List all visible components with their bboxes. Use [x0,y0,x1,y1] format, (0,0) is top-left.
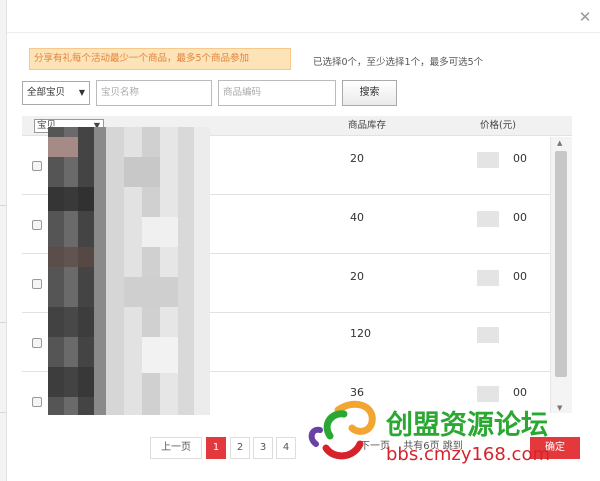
stock-value: 20 [350,152,364,165]
price-value: 00 [513,211,527,224]
stock-value: 40 [350,211,364,224]
page-3-button[interactable]: 3 [253,437,273,459]
page-4-button[interactable]: 4 [276,437,296,459]
prev-page-button[interactable]: 上一页 [150,437,202,459]
list-scrollbar[interactable]: ▲ ▼ [550,137,572,413]
category-select[interactable]: 全部宝贝 ▼ [22,81,90,105]
price-blur [477,327,499,343]
scroll-up-icon[interactable]: ▲ [557,139,562,147]
notice-banner: 分享有礼每个活动最少一个商品，最多5个商品参加 [29,48,291,70]
category-select-value: 全部宝贝 [27,87,66,98]
item-name-input[interactable]: 宝贝名称 [96,80,212,106]
search-button[interactable]: 搜索 [342,80,397,106]
stock-column-header: 商品库存 [348,120,387,131]
page-1-button[interactable]: 1 [206,437,226,459]
watermark-emblem-icon [308,400,376,460]
product-thumbnails-blurred [30,127,216,415]
selection-count-text: 已选择0个，至少选择1个，最多可选5个 [313,57,484,68]
stock-value: 20 [350,270,364,283]
header-divider [7,32,600,33]
page-2-button[interactable]: 2 [230,437,250,459]
stock-value: 120 [350,327,371,340]
scroll-thumb[interactable] [555,151,567,377]
price-column-header: 价格(元) [480,120,516,131]
watermark-url: bbs.cmzy168.com [386,444,550,465]
item-code-input[interactable]: 商品编码 [218,80,336,106]
chevron-down-icon: ▼ [78,88,85,97]
watermark-title: 创盟资源论坛 [385,410,548,441]
price-value: 00 [513,152,527,165]
watermark-logo: 创盟资源论坛 bbs.cmzy168.com [308,400,550,465]
price-value: 00 [513,270,527,283]
close-icon[interactable]: ✕ [578,10,592,25]
